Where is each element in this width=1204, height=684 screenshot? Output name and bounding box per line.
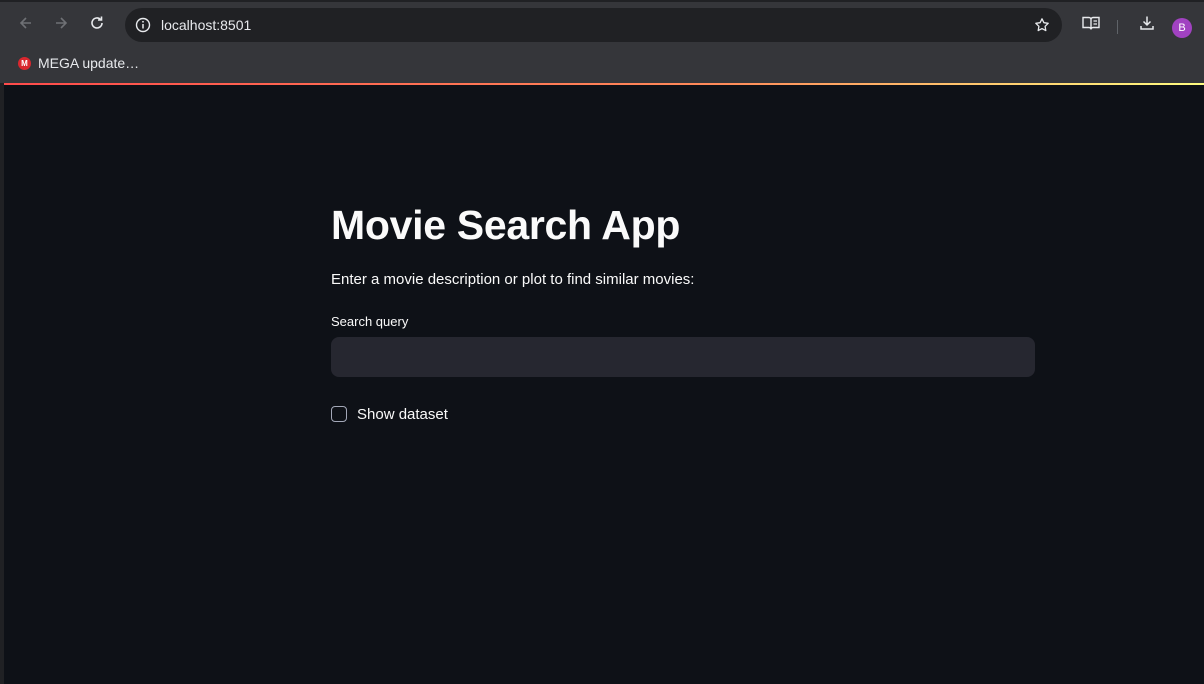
- download-icon: [1139, 15, 1155, 36]
- show-dataset-label[interactable]: Show dataset: [357, 406, 448, 423]
- bookmarks-bar: M MEGA update…: [0, 48, 1204, 78]
- app-main: Movie Search App Enter a movie descripti…: [4, 85, 1204, 684]
- star-icon[interactable]: [1032, 15, 1052, 35]
- description-text: Enter a movie description or plot to fin…: [331, 271, 695, 288]
- reload-icon: [89, 15, 105, 36]
- bookmark-label: MEGA update…: [38, 55, 140, 71]
- forward-button[interactable]: [46, 10, 76, 40]
- reload-button[interactable]: [82, 10, 112, 40]
- search-input[interactable]: [331, 337, 1035, 377]
- search-query-label: Search query: [331, 314, 409, 329]
- show-dataset-checkbox-row[interactable]: Show dataset: [331, 404, 448, 424]
- toolbar-separator: [1117, 20, 1118, 34]
- page-title: Movie Search App: [331, 202, 681, 248]
- forward-arrow-icon: [53, 15, 69, 36]
- mega-icon: M: [18, 56, 31, 70]
- site-info-icon[interactable]: [133, 15, 153, 35]
- reading-mode-icon: [1081, 15, 1101, 36]
- show-dataset-checkbox[interactable]: [331, 406, 347, 422]
- back-arrow-icon: [18, 15, 34, 36]
- browser-toolbar: localhost:8501 B: [0, 4, 1204, 46]
- profile-avatar[interactable]: B: [1172, 18, 1192, 38]
- browser-chrome: localhost:8501 B M MEGA update…: [0, 0, 1204, 83]
- reading-mode-button[interactable]: [1076, 10, 1106, 40]
- back-button[interactable]: [11, 10, 41, 40]
- url-text[interactable]: localhost:8501: [161, 8, 251, 42]
- tab-strip-edge: [0, 0, 1204, 2]
- bookmark-mega[interactable]: M MEGA update…: [12, 50, 145, 76]
- downloads-button[interactable]: [1132, 10, 1162, 40]
- address-bar[interactable]: localhost:8501: [125, 8, 1062, 42]
